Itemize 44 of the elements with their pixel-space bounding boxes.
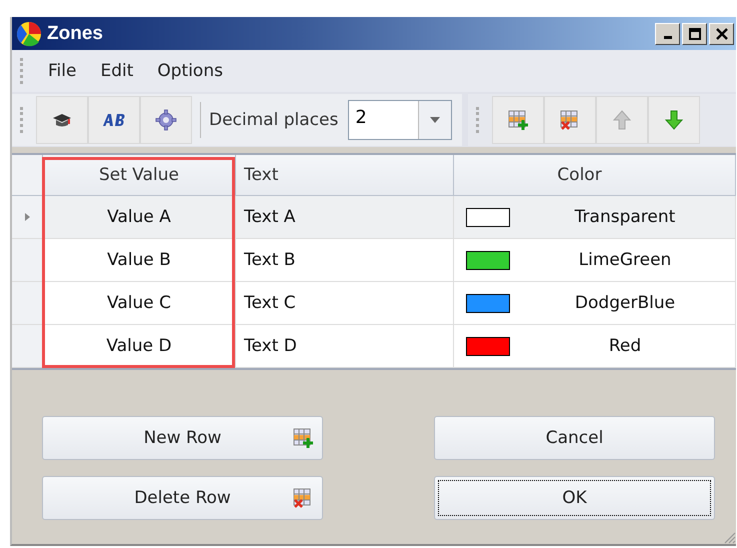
decimal-places-label: Decimal places <box>209 110 338 130</box>
font-icon[interactable] <box>88 96 140 144</box>
add-row-icon[interactable] <box>492 96 544 144</box>
minimize-icon <box>664 36 672 39</box>
delete-row-icon[interactable] <box>544 96 596 144</box>
table-cell: Value C <box>43 282 236 324</box>
decimal-places-dropdown[interactable]: 2 <box>348 100 452 140</box>
dialog-button[interactable]: Cancel <box>434 416 715 460</box>
menu-item[interactable]: File <box>36 61 88 81</box>
settings-icon[interactable] <box>140 96 192 144</box>
current-row-icon <box>24 213 30 221</box>
table-cell: Value D <box>43 325 236 367</box>
close-icon <box>714 26 728 40</box>
resize-grip-icon[interactable] <box>722 530 736 544</box>
window-title: Zones <box>47 22 103 44</box>
table-cell: Text D <box>236 325 454 367</box>
minimize-button[interactable] <box>655 22 680 44</box>
add-row-icon <box>292 427 314 449</box>
table-cell-text: DodgerBlue <box>574 293 676 313</box>
menu-item[interactable]: Options <box>145 61 235 81</box>
maximize-button[interactable] <box>682 22 707 44</box>
column-header[interactable]: Color <box>454 155 736 195</box>
table-cell-text: Transparent <box>574 207 676 227</box>
maximize-icon <box>688 26 702 40</box>
table-cell: Value A <box>43 196 236 238</box>
table-cell: Value B <box>43 239 236 281</box>
table-cell-text: LimeGreen <box>578 250 672 270</box>
table-cell-text: Red <box>608 336 642 356</box>
ball-icon <box>15 20 43 48</box>
menu-item[interactable]: Edit <box>88 61 146 81</box>
table-cell: Text B <box>236 239 454 281</box>
row-header[interactable] <box>12 282 43 324</box>
table-cell: Text A <box>236 196 454 238</box>
dialog-button[interactable]: Delete Row <box>42 476 323 520</box>
column-header[interactable]: Text <box>236 155 454 195</box>
dialog-button[interactable]: OK <box>434 476 715 520</box>
close-button[interactable] <box>709 22 734 44</box>
table-cell: Text C <box>236 282 454 324</box>
row-header[interactable] <box>12 239 43 281</box>
column-header[interactable]: Set Value <box>43 155 236 195</box>
dialog-button[interactable]: New Row <box>42 416 323 460</box>
cap-icon[interactable] <box>36 96 88 144</box>
caret-icon <box>430 116 440 122</box>
row-header[interactable] <box>12 325 43 367</box>
